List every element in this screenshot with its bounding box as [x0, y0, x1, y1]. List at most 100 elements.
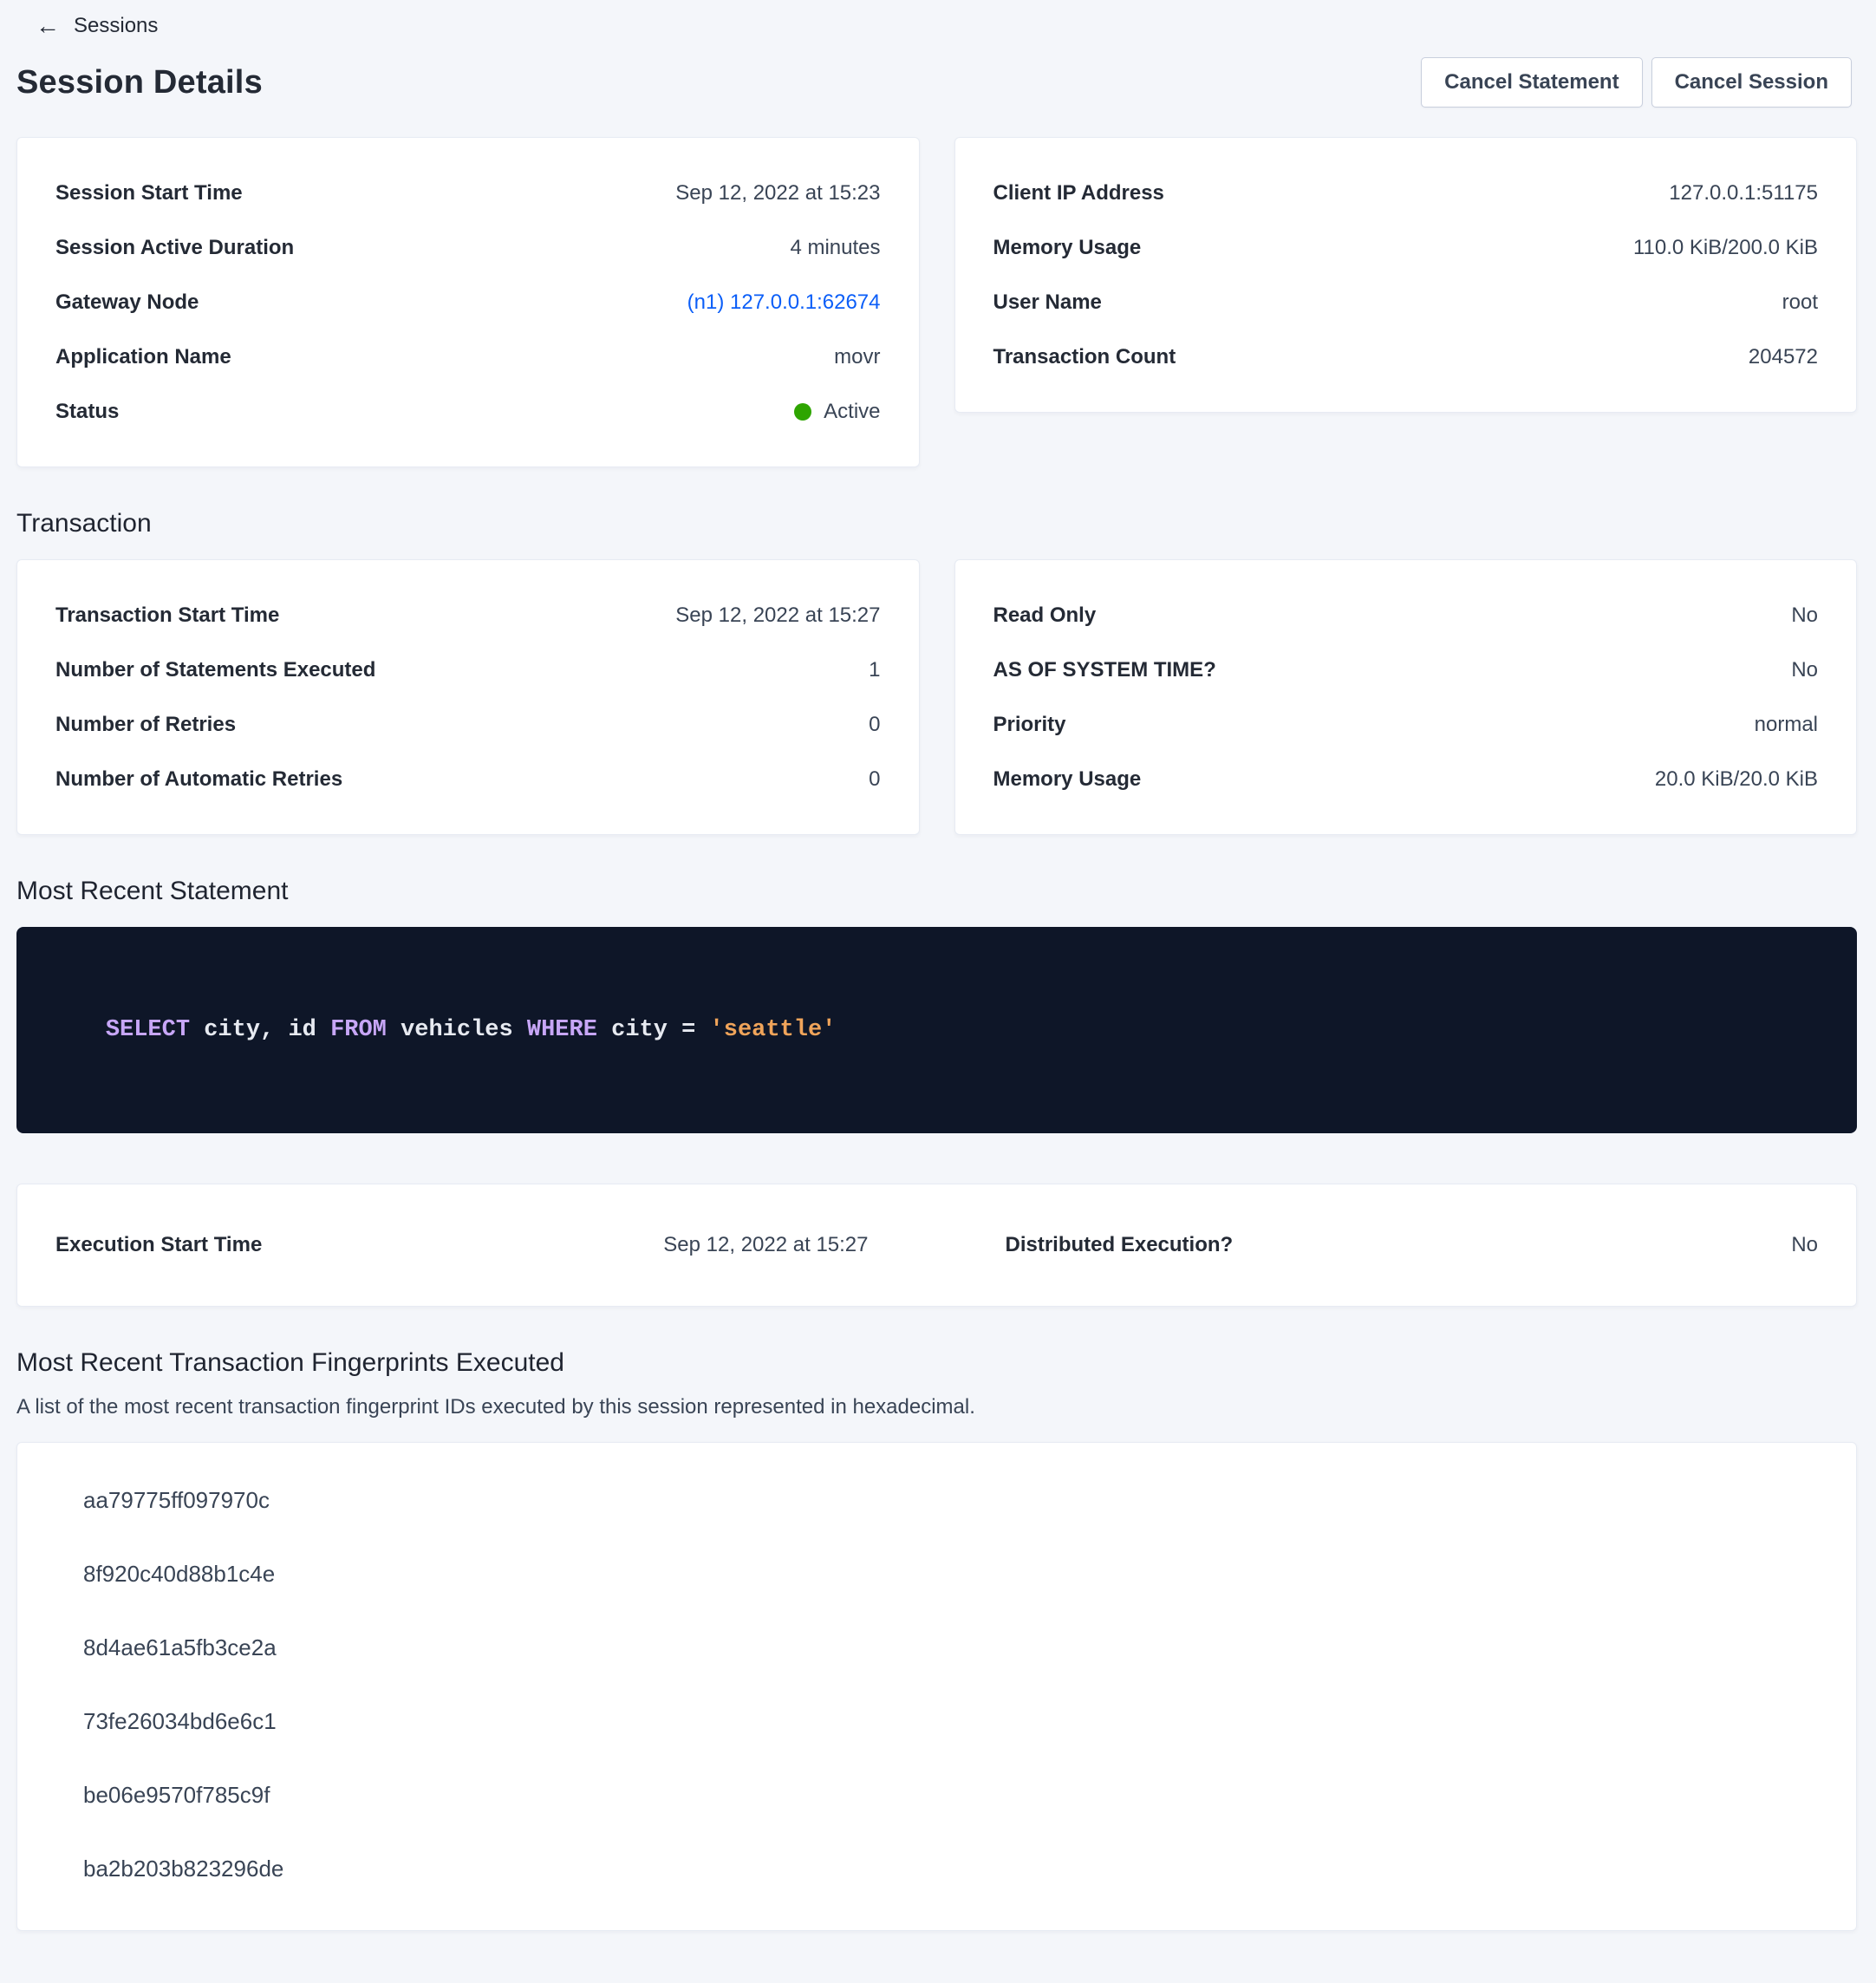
info-label: Transaction Start Time — [55, 603, 279, 628]
info-row: Memory Usage 20.0 KiB/20.0 KiB — [993, 752, 1819, 806]
fingerprints-card: aa79775ff097970c 8f920c40d88b1c4e 8d4ae6… — [16, 1442, 1857, 1931]
execution-start-value: Sep 12, 2022 at 15:27 — [663, 1233, 868, 1257]
info-label: Transaction Count — [993, 345, 1176, 369]
fingerprint-id: aa79775ff097970c — [83, 1487, 270, 1514]
info-row: Gateway Node (n1) 127.0.0.1:62674 — [55, 275, 881, 329]
info-value-wrap: 1 — [869, 658, 880, 682]
info-value: No — [1791, 603, 1818, 628]
session-info-card-right: Client IP Address 127.0.0.1:51175 Memory… — [954, 137, 1858, 413]
info-row: Memory Usage 110.0 KiB/200.0 KiB — [993, 220, 1819, 275]
execution-start-label: Execution Start Time — [55, 1233, 262, 1257]
breadcrumb-sessions-link[interactable]: Sessions — [74, 14, 158, 38]
session-summary-grid: Session Start Time Sep 12, 2022 at 15:23… — [16, 137, 1857, 467]
fingerprint-id: 8d4ae61a5fb3ce2a — [83, 1634, 277, 1661]
info-value-wrap: Active — [794, 400, 880, 424]
info-value-wrap: Sep 12, 2022 at 15:27 — [675, 603, 880, 628]
info-label: Number of Retries — [55, 713, 236, 737]
info-value: 20.0 KiB/20.0 KiB — [1655, 767, 1818, 792]
info-label: Status — [55, 400, 119, 424]
info-label: Gateway Node — [55, 290, 199, 315]
status-dot-icon — [794, 403, 811, 421]
sql-token: WHERE — [527, 1017, 597, 1043]
info-value-wrap: 20.0 KiB/20.0 KiB — [1655, 767, 1818, 792]
sql-token: city = — [597, 1017, 710, 1043]
header-actions: Cancel Statement Cancel Session — [1421, 57, 1852, 108]
gateway-node-link[interactable]: (n1) 127.0.0.1:62674 — [687, 290, 881, 315]
fingerprint-id: 73fe26034bd6e6c1 — [83, 1708, 277, 1735]
info-value-wrap: 4 minutes — [790, 236, 880, 260]
fingerprint-item: aa79775ff097970c — [55, 1464, 1818, 1537]
info-value-wrap: No — [1791, 603, 1818, 628]
fingerprint-item: be06e9570f785c9f — [55, 1758, 1818, 1832]
transaction-section-heading: Transaction — [16, 509, 1857, 538]
info-value-wrap: 110.0 KiB/200.0 KiB — [1633, 236, 1818, 260]
info-row: Priority normal — [993, 697, 1819, 752]
transaction-card-right: Read Only No AS OF SYSTEM TIME? No P — [954, 559, 1858, 835]
execution-card: Execution Start Time Sep 12, 2022 at 15:… — [16, 1184, 1857, 1307]
cancel-session-button[interactable]: Cancel Session — [1651, 57, 1852, 108]
info-value: 204572 — [1749, 345, 1818, 369]
fingerprint-item: 73fe26034bd6e6c1 — [55, 1685, 1818, 1758]
session-info-card-left: Session Start Time Sep 12, 2022 at 15:23… — [16, 137, 920, 467]
sql-token: city, id — [190, 1017, 330, 1043]
info-label: Priority — [993, 713, 1066, 737]
info-label: Number of Automatic Retries — [55, 767, 342, 792]
page-title: Session Details — [16, 64, 263, 101]
info-row: Number of Statements Executed 1 — [55, 643, 881, 697]
sql-statement-box: SELECT city, id FROM vehicles WHERE city… — [16, 927, 1857, 1133]
distributed-execution-label: Distributed Execution? — [1006, 1233, 1234, 1257]
info-row: Client IP Address 127.0.0.1:51175 — [993, 166, 1819, 220]
info-value: Sep 12, 2022 at 15:27 — [675, 603, 880, 628]
fingerprints-description: A list of the most recent transaction fi… — [16, 1395, 1857, 1419]
info-row: Number of Retries 0 — [55, 697, 881, 752]
info-value: 4 minutes — [790, 236, 880, 260]
info-value: movr — [834, 345, 880, 369]
info-value: Sep 12, 2022 at 15:23 — [675, 181, 880, 205]
info-row: Session Start Time Sep 12, 2022 at 15:23 — [55, 166, 881, 220]
sql-statement-code: SELECT city, id FROM vehicles WHERE city… — [49, 991, 836, 1043]
info-row: Read Only No — [993, 588, 1819, 643]
info-label: Session Start Time — [55, 181, 243, 205]
sql-token: FROM — [330, 1017, 387, 1043]
fingerprint-id: be06e9570f785c9f — [83, 1782, 270, 1809]
info-label: Number of Statements Executed — [55, 658, 375, 682]
distributed-execution-value: No — [1791, 1233, 1818, 1257]
info-value-wrap: 204572 — [1749, 345, 1818, 369]
info-value-wrap: root — [1782, 290, 1818, 315]
info-row: User Name root — [993, 275, 1819, 329]
info-label: User Name — [993, 290, 1102, 315]
info-row: Number of Automatic Retries 0 — [55, 752, 881, 806]
fingerprint-item: ba2b203b823296de — [55, 1832, 1818, 1906]
info-value-wrap: movr — [834, 345, 880, 369]
info-label: AS OF SYSTEM TIME? — [993, 658, 1216, 682]
info-value-wrap: No — [1791, 658, 1818, 682]
info-value: 0 — [869, 767, 880, 792]
info-label: Read Only — [993, 603, 1097, 628]
info-row: Session Active Duration 4 minutes — [55, 220, 881, 275]
sql-token: vehicles — [387, 1017, 527, 1043]
fingerprint-item: 8d4ae61a5fb3ce2a — [55, 1611, 1818, 1685]
info-label: Memory Usage — [993, 767, 1142, 792]
distributed-execution-col: Distributed Execution? No — [1006, 1233, 1819, 1257]
page-header: Session Details Cancel Statement Cancel … — [16, 57, 1857, 108]
execution-start-col: Execution Start Time Sep 12, 2022 at 15:… — [55, 1233, 869, 1257]
info-value: Active — [824, 400, 880, 424]
info-value: 127.0.0.1:51175 — [1669, 181, 1818, 205]
cancel-statement-button[interactable]: Cancel Statement — [1421, 57, 1642, 108]
info-value-wrap: normal — [1755, 713, 1818, 737]
breadcrumb: ← Sessions — [36, 14, 1857, 38]
info-label: Application Name — [55, 345, 231, 369]
info-label: Memory Usage — [993, 236, 1142, 260]
info-label: Client IP Address — [993, 181, 1164, 205]
statement-section-heading: Most Recent Statement — [16, 877, 1857, 906]
fingerprint-item: 8f920c40d88b1c4e — [55, 1537, 1818, 1611]
info-value: 110.0 KiB/200.0 KiB — [1633, 236, 1818, 260]
arrow-left-icon[interactable]: ← — [36, 14, 60, 38]
info-row: AS OF SYSTEM TIME? No — [993, 643, 1819, 697]
sql-token: 'seattle' — [710, 1017, 837, 1043]
session-details-page: ← Sessions Session Details Cancel Statem… — [0, 0, 1876, 1983]
transaction-card-left: Transaction Start Time Sep 12, 2022 at 1… — [16, 559, 920, 835]
transaction-grid: Transaction Start Time Sep 12, 2022 at 1… — [16, 559, 1857, 835]
fingerprints-section-heading: Most Recent Transaction Fingerprints Exe… — [16, 1348, 1857, 1378]
info-value-wrap: 127.0.0.1:51175 — [1669, 181, 1818, 205]
